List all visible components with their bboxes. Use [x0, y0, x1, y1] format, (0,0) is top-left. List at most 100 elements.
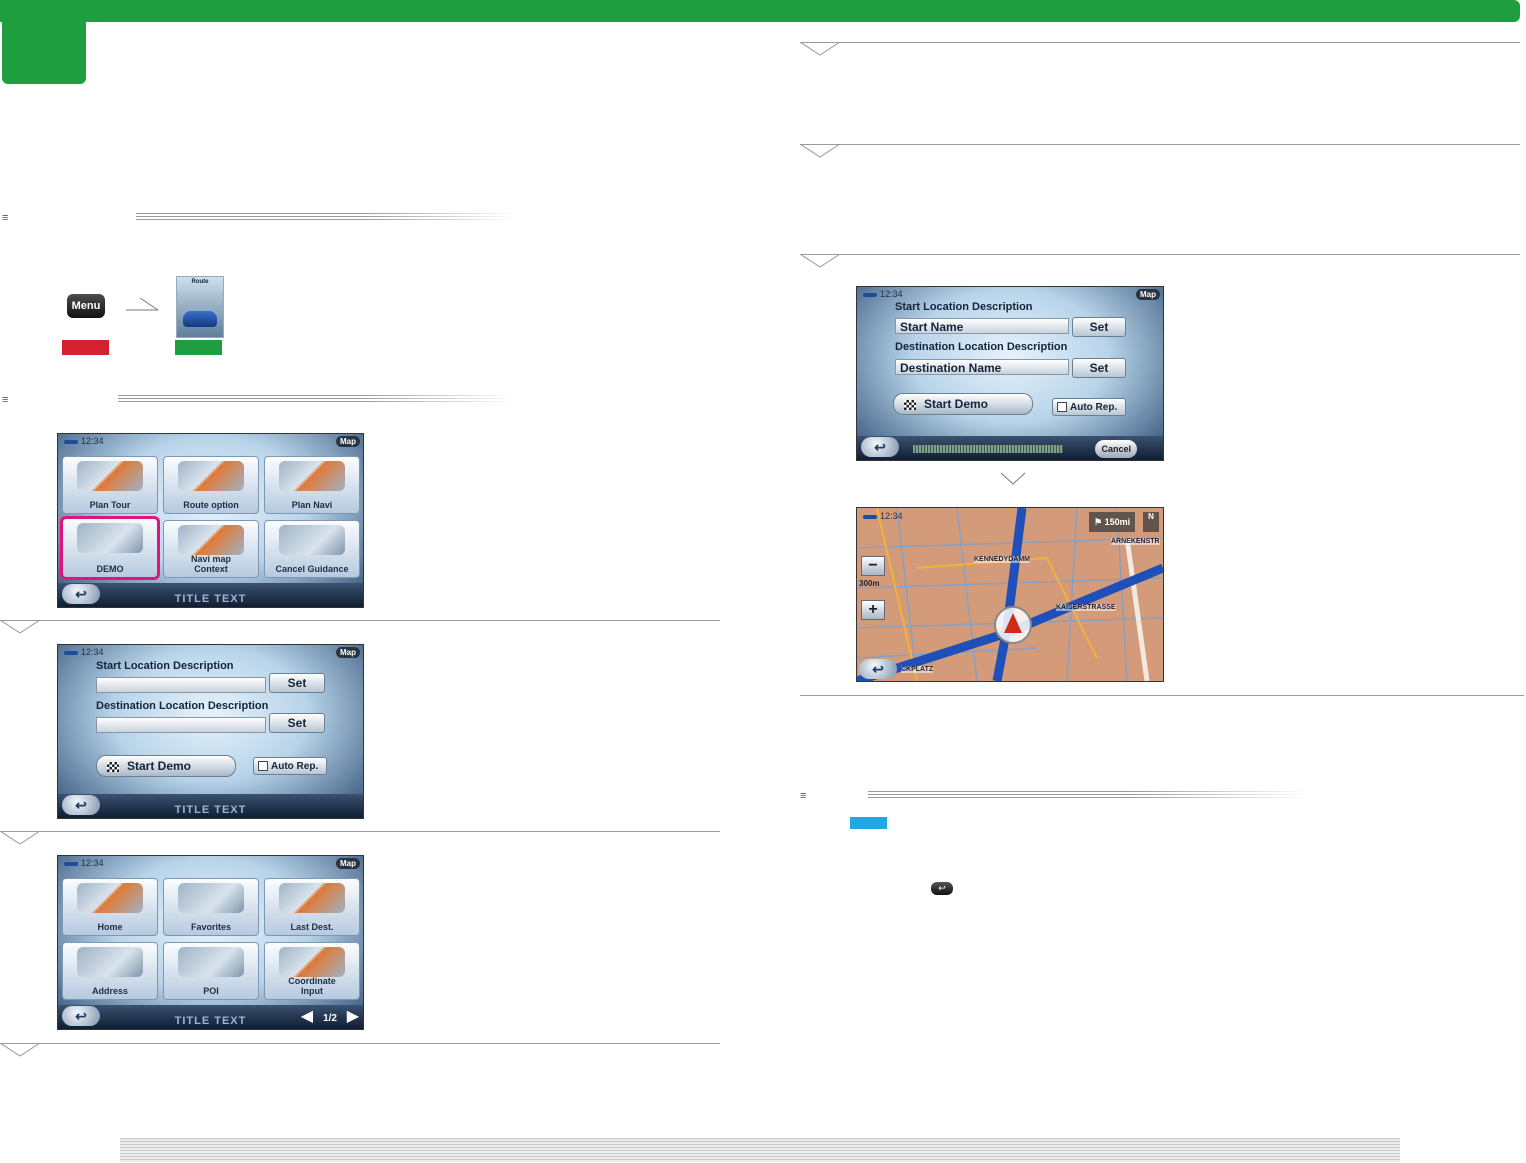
start-set-button[interactable]: Set	[1072, 317, 1126, 337]
clock: 12:34	[863, 289, 903, 299]
destination-location-label: Destination Location Description	[96, 700, 269, 712]
start-location-label: Start Location Description	[895, 301, 1033, 313]
pin-icon	[178, 947, 244, 977]
start-location-field[interactable]: Start Name	[895, 318, 1069, 334]
divider	[800, 144, 1520, 145]
street-label: CKPLATZ	[901, 666, 934, 673]
clock: 12:34	[863, 511, 903, 521]
car-icon	[183, 311, 217, 327]
start-set-button[interactable]: Set	[269, 673, 325, 693]
divider	[0, 620, 720, 621]
divider	[0, 831, 720, 832]
distance-indicator: ⚑ 150mi	[1089, 512, 1136, 532]
map-button[interactable]: Map	[336, 858, 360, 869]
favorites-button[interactable]: Favorites	[163, 878, 259, 936]
folder-icon	[279, 883, 345, 913]
route-menu-icon[interactable]: Route	[176, 276, 224, 338]
section-icon: ≡	[2, 394, 9, 406]
page-indicator: 1/2	[323, 1013, 337, 1024]
screen-title: TITLE TEXT	[174, 593, 247, 605]
start-location-label: Start Location Description	[96, 660, 234, 672]
route-option-button[interactable]: Route option	[163, 456, 259, 514]
arrow-right-icon	[126, 297, 159, 311]
chevron-down-icon	[0, 1043, 41, 1057]
chevron-down-icon	[800, 254, 841, 268]
coordinate-input-button[interactable]: Coordinate Input	[264, 942, 360, 1000]
street-label: ARNEKENSTR	[1111, 538, 1160, 545]
home-button[interactable]: Home	[62, 878, 158, 936]
auto-repeat-checkbox[interactable]: Auto Rep.	[253, 757, 327, 775]
back-icon: ↩	[931, 882, 953, 895]
street-label: KAISERSTRASSE	[1056, 604, 1116, 611]
demo-button[interactable]: DEMO	[60, 516, 160, 580]
section-rule	[868, 791, 1308, 798]
navi-map-context-button[interactable]: Navi map Context	[163, 520, 259, 578]
chevron-down-icon	[1000, 472, 1026, 485]
gear-icon	[178, 461, 244, 491]
last-destination-button[interactable]: Last Dest.	[264, 878, 360, 936]
header-bar	[0, 0, 1520, 22]
menu-button[interactable]: Menu	[67, 294, 105, 318]
demo-icon	[77, 523, 143, 553]
map-button[interactable]: Map	[336, 647, 360, 658]
footer-bar	[120, 1138, 1400, 1162]
flag-icon	[107, 761, 119, 772]
destination-location-label: Destination Location Description	[895, 341, 1068, 353]
screen-title: TITLE TEXT	[174, 804, 247, 816]
destination-set-button[interactable]: Set	[269, 713, 325, 733]
chevron-down-icon	[800, 42, 841, 56]
zoom-in-button[interactable]: +	[861, 600, 885, 620]
map-button[interactable]: Map	[1136, 289, 1160, 300]
red-label	[62, 340, 109, 355]
plan-tour-button[interactable]: Plan Tour	[62, 456, 158, 514]
poi-button[interactable]: POI	[163, 942, 259, 1000]
heart-icon	[178, 883, 244, 913]
clock: 12:34	[64, 858, 104, 868]
plan-tour-icon	[77, 461, 143, 491]
address-button[interactable]: Address	[62, 942, 158, 1000]
section-rule	[136, 213, 516, 220]
divider	[800, 42, 1520, 43]
destination-location-field[interactable]: Destination Name	[895, 359, 1069, 375]
start-location-field[interactable]	[96, 677, 266, 693]
chevron-down-icon	[800, 144, 841, 158]
next-page-icon[interactable]: ▶	[347, 1006, 359, 1026]
navi-menu-screen: 12:34 Map Plan Tour Route option Plan Nav…	[57, 433, 364, 608]
compass-icon	[279, 947, 345, 977]
north-compass-icon[interactable]: N	[1143, 512, 1159, 532]
chevron-down-icon	[0, 831, 41, 845]
chapter-tab	[2, 0, 86, 84]
navi-map-icon	[178, 525, 244, 555]
cancel-button[interactable]: Cancel	[1095, 440, 1137, 458]
map-button[interactable]: Map	[336, 436, 360, 447]
start-demo-button[interactable]: Start Demo	[96, 755, 236, 777]
cancel-guidance-button[interactable]: Cancel Guidance	[264, 520, 360, 578]
checkbox-icon	[258, 761, 268, 772]
destination-set-button[interactable]: Set	[1072, 358, 1126, 378]
back-button[interactable]: ↩	[861, 437, 899, 457]
chevron-down-icon	[0, 620, 41, 634]
section-rule	[118, 395, 516, 402]
plan-navi-button[interactable]: Plan Navi	[264, 456, 360, 514]
demo-map-screen: KENNEDYDAMM ARNEKENSTR KAISERSTRASSE CKP…	[856, 507, 1164, 682]
destination-menu-screen: 12:34 Map Home Favorites Last Dest. Addre…	[57, 855, 364, 1030]
section-icon: ≡	[2, 212, 9, 224]
home-icon	[77, 883, 143, 913]
cancel-guidance-icon	[279, 525, 345, 555]
green-label	[175, 340, 222, 355]
zoom-out-button[interactable]: −	[861, 556, 885, 576]
progress-bar	[913, 445, 1063, 453]
street-map	[857, 508, 1163, 681]
start-demo-button[interactable]: Start Demo	[893, 393, 1033, 415]
screen-title: TITLE TEXT	[174, 1015, 247, 1027]
route-icon-label: Route	[191, 279, 209, 285]
prev-page-icon[interactable]: ◀	[301, 1006, 313, 1026]
auto-repeat-checkbox[interactable]: Auto Rep.	[1052, 398, 1126, 416]
back-button[interactable]: ↩	[859, 659, 897, 679]
clock: 12:34	[64, 436, 104, 446]
magnifier-icon	[77, 947, 143, 977]
blue-label	[850, 817, 887, 829]
destination-location-field[interactable]	[96, 717, 266, 733]
plan-navi-icon	[279, 461, 345, 491]
checkbox-icon	[1057, 402, 1067, 413]
